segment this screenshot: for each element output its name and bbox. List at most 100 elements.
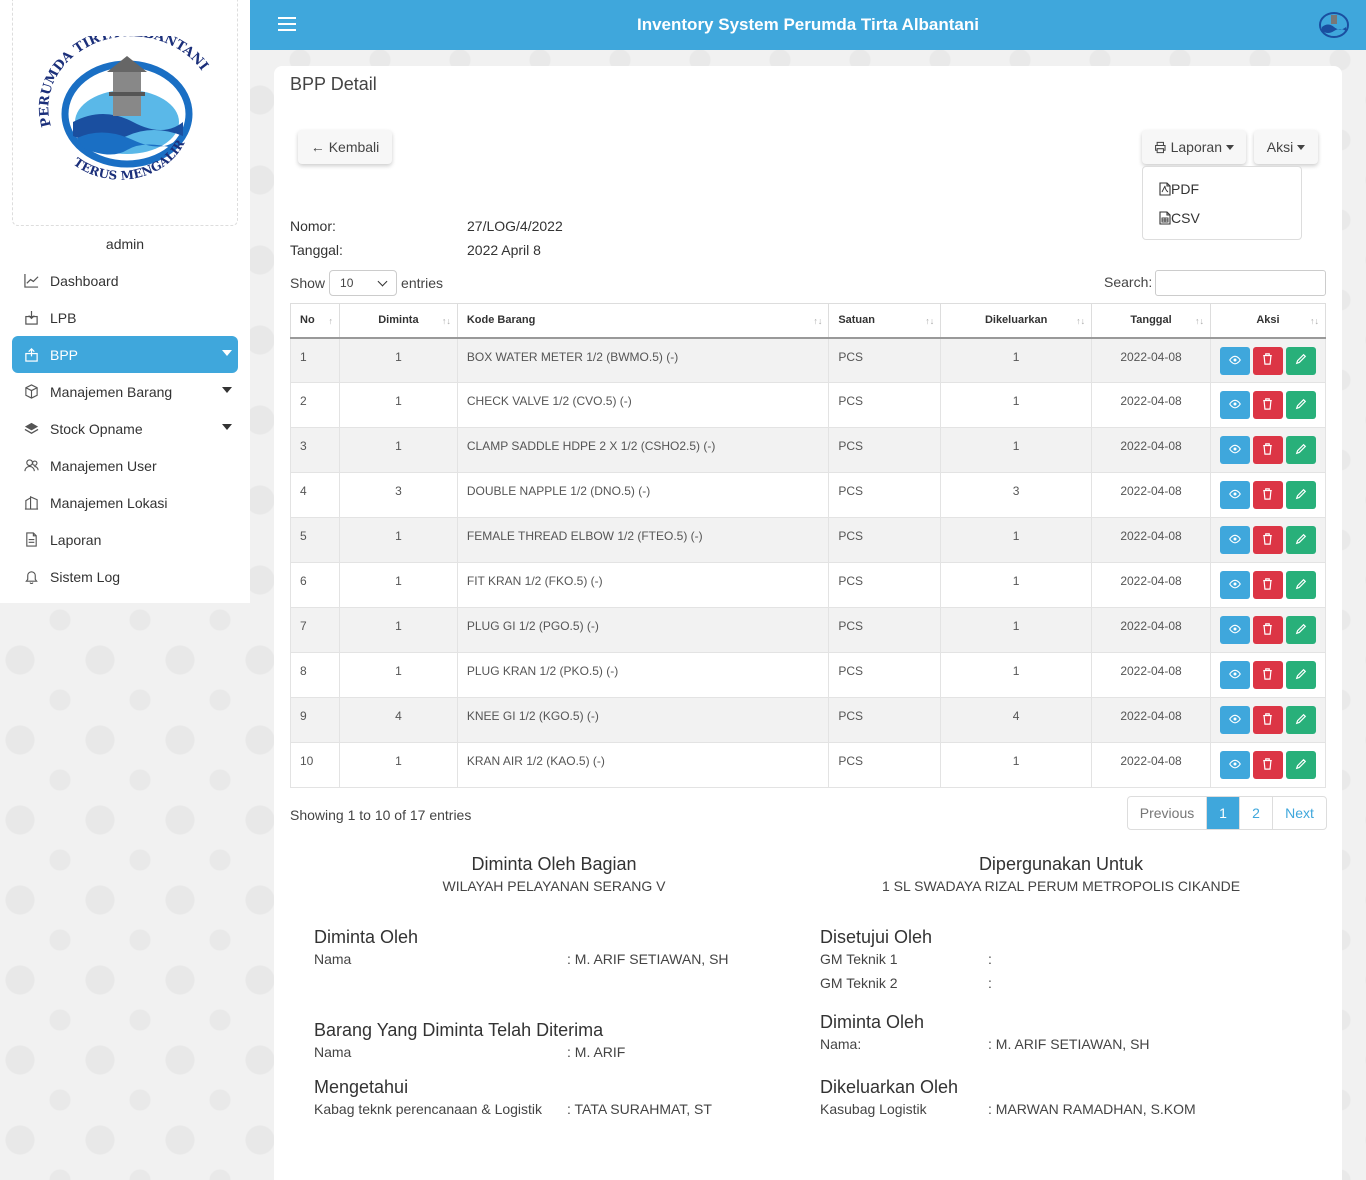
delete-button[interactable]	[1252, 616, 1283, 644]
cell-kode-barang: CHECK VALVE 1/2 (CVO.5) (-)	[456, 382, 830, 428]
page-size-select[interactable]: 10	[329, 270, 398, 296]
show-label: Show	[290, 275, 326, 291]
sidebar-item-dashboard[interactable]: Dashboard	[12, 262, 238, 299]
edit-button[interactable]	[1285, 481, 1316, 509]
cell-no: 7	[290, 607, 340, 653]
view-button[interactable]	[1219, 391, 1250, 419]
view-button[interactable]	[1219, 346, 1250, 375]
table-row: 8 1 PLUG KRAN 1/2 (PKO.5) (-) PCS 1 2022-04-0…	[290, 652, 1327, 698]
edit-button[interactable]	[1285, 616, 1316, 644]
chart-line-icon	[22, 272, 40, 290]
cell-no: 4	[290, 472, 340, 518]
box-icon	[22, 383, 40, 401]
edit-button[interactable]	[1285, 706, 1316, 734]
cell-diminta: 1	[338, 382, 458, 428]
cell-tanggal: 2022-04-08	[1091, 472, 1211, 518]
pencil-icon	[1295, 533, 1307, 548]
sidebar-item-label: Manajemen Lokasi	[50, 494, 168, 511]
delete-button[interactable]	[1252, 526, 1283, 554]
col-no[interactable]: No ↑	[290, 303, 340, 339]
cell-tanggal: 2022-04-08	[1091, 652, 1211, 698]
delete-button[interactable]	[1252, 481, 1283, 509]
cell-satuan: PCS	[828, 562, 942, 608]
table-row: 10 1 KRAN AIR 1/2 (KAO.5) (-) PCS 1 2022-04-0…	[290, 742, 1327, 788]
cell-dikeluarkan: 1	[940, 607, 1093, 653]
view-button[interactable]	[1219, 436, 1250, 464]
chevron-down-icon	[222, 387, 232, 393]
delete-button[interactable]	[1252, 571, 1283, 599]
sidebar-item-manajemen-lokasi[interactable]: Manajemen Lokasi	[12, 484, 238, 521]
cell-tanggal: 2022-04-08	[1091, 562, 1211, 608]
app-title: Inventory System Perumda Tirta Albantani	[637, 15, 979, 34]
edit-button[interactable]	[1285, 526, 1316, 554]
sidebar-item-lpb[interactable]: LPB	[12, 299, 238, 336]
col-dikeluarkan[interactable]: Dikeluarkan ↑↓	[940, 303, 1093, 339]
cell-satuan: PCS	[828, 652, 942, 698]
sidebar-item-bpp[interactable]: BPP	[12, 336, 238, 373]
pagination-next[interactable]: Next	[1272, 797, 1326, 829]
view-button[interactable]	[1219, 526, 1250, 554]
table-row: 1 1 BOX WATER METER 1/2 (BWMO.5) (-) PCS 1 20…	[290, 337, 1327, 383]
dropdown-item-csv[interactable]: CSV	[1143, 203, 1301, 232]
search-input[interactable]	[1155, 270, 1326, 296]
cell-aksi	[1209, 337, 1327, 383]
col-kode-barang[interactable]: Kode Barang ↑↓	[456, 303, 830, 339]
delete-button[interactable]	[1252, 661, 1283, 689]
pagination-previous[interactable]: Previous	[1128, 797, 1206, 829]
pencil-icon	[1295, 623, 1307, 638]
search-label: Search:	[1104, 274, 1153, 290]
table-row: 3 1 CLAMP SADDLE HDPE 2 X 1/2 (CSHO2.5) (-…	[290, 427, 1327, 473]
username: admin	[105, 236, 145, 252]
delete-button[interactable]	[1252, 751, 1283, 779]
delete-button[interactable]	[1252, 706, 1283, 734]
diterima-value: : M. ARIF	[567, 1044, 626, 1060]
edit-button[interactable]	[1285, 571, 1316, 599]
sidebar-item-label: Stock Opname	[50, 420, 143, 437]
view-button[interactable]	[1219, 706, 1250, 734]
nomor-label: Nomor:	[290, 218, 336, 234]
hamburger-menu-icon[interactable]	[278, 17, 296, 31]
edit-button[interactable]	[1285, 346, 1316, 375]
pagination-page-1[interactable]: 1	[1206, 797, 1239, 829]
back-button[interactable]: ← Kembali	[298, 130, 392, 164]
col-diminta[interactable]: Diminta ↑↓	[338, 303, 458, 339]
view-button[interactable]	[1219, 661, 1250, 689]
col-tanggal[interactable]: Tanggal ↑↓	[1091, 303, 1211, 339]
table-row: 9 4 KNEE GI 1/2 (KGO.5) (-) PCS 4 2022-04-08	[290, 697, 1327, 743]
view-button[interactable]	[1219, 481, 1250, 509]
cell-satuan: PCS	[828, 607, 942, 653]
cell-no: 3	[290, 427, 340, 473]
cell-satuan: PCS	[828, 697, 942, 743]
cell-dikeluarkan: 3	[940, 472, 1093, 518]
edit-button[interactable]	[1285, 751, 1316, 779]
delete-button[interactable]	[1252, 346, 1283, 375]
col-satuan[interactable]: Satuan ↑↓	[828, 303, 942, 339]
sort-icon: ↑↓	[925, 316, 935, 326]
sidebar-item-stock-opname[interactable]: Stock Opname	[12, 410, 238, 447]
edit-button[interactable]	[1285, 436, 1316, 464]
cell-dikeluarkan: 1	[940, 517, 1093, 563]
cell-aksi	[1209, 697, 1327, 743]
trash-icon	[1262, 442, 1273, 458]
pagination-page-2[interactable]: 2	[1239, 797, 1272, 829]
sidebar-item-manajemen-user[interactable]: Manajemen User	[12, 447, 238, 484]
cell-diminta: 1	[338, 742, 458, 788]
chevron-down-icon	[222, 424, 232, 430]
sidebar-item-sistem-log[interactable]: Sistem Log	[12, 558, 238, 595]
laporan-dropdown-button[interactable]: Laporan	[1142, 130, 1246, 164]
view-button[interactable]	[1219, 571, 1250, 599]
cell-aksi	[1209, 382, 1327, 428]
edit-button[interactable]	[1285, 391, 1316, 419]
sort-icon: ↑↓	[1076, 316, 1086, 326]
col-aksi[interactable]: Aksi ↑↓	[1209, 303, 1327, 339]
delete-button[interactable]	[1252, 391, 1283, 419]
edit-button[interactable]	[1285, 661, 1316, 689]
dropdown-item-pdf[interactable]: PDF	[1143, 174, 1301, 203]
aksi-dropdown-button[interactable]: Aksi	[1254, 130, 1318, 164]
sidebar-item-manajemen-barang[interactable]: Manajemen Barang	[12, 373, 238, 410]
sidebar-item-laporan[interactable]: Laporan	[12, 521, 238, 558]
view-button[interactable]	[1219, 616, 1250, 644]
view-button[interactable]	[1219, 751, 1250, 779]
pencil-icon	[1295, 713, 1307, 728]
delete-button[interactable]	[1252, 436, 1283, 464]
